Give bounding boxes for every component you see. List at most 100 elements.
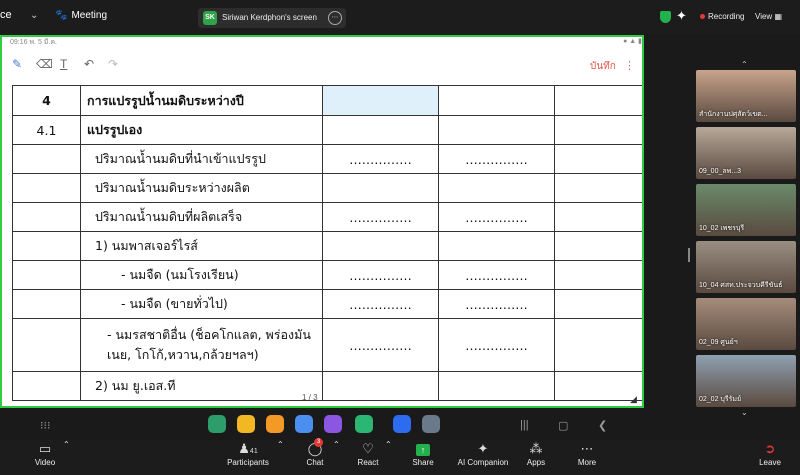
row-value-cell bbox=[438, 231, 555, 261]
chat-button[interactable]: ◯ Chat 3 bbox=[303, 438, 327, 467]
apps-label: Apps bbox=[526, 458, 546, 467]
app-icon[interactable] bbox=[266, 415, 284, 433]
row-value-cell bbox=[322, 85, 439, 116]
undo-icon[interactable]: ↶ bbox=[84, 57, 94, 71]
participant-gallery: สำนักงานปศุสัตว์เขต... 09_00_ลพ...3 10_02 … bbox=[696, 70, 796, 412]
ai-companion-button[interactable]: ✦ AI Companion bbox=[455, 440, 511, 467]
apps-button[interactable]: ⁂ Apps bbox=[524, 440, 548, 467]
leave-label: Leave bbox=[759, 458, 781, 467]
react-label: React bbox=[357, 458, 379, 467]
gallery-down-icon[interactable]: ⌄ bbox=[741, 408, 748, 417]
row-value-cell: …………… bbox=[438, 144, 555, 174]
row-item-cell: - นมจืด (นมโรงเรียน) bbox=[80, 260, 323, 290]
row-number-cell bbox=[12, 231, 81, 261]
form-table: 4 การแปรรูปน้ำนมดิบระหว่างปี 4.1 แปรรูปเองป… bbox=[12, 85, 642, 401]
eraser-icon[interactable]: ⌫ bbox=[36, 57, 53, 71]
recording-indicator[interactable]: Recording bbox=[700, 12, 744, 21]
more-button[interactable]: ⋯ More bbox=[575, 440, 599, 467]
participants-count: 41 bbox=[249, 448, 258, 455]
row-item-cell: 1) นมพาสเจอร์ไรส์ bbox=[80, 231, 323, 261]
share-label: Share bbox=[412, 458, 434, 467]
settings-app-icon[interactable] bbox=[422, 415, 440, 433]
shared-screen: 09:16 พ. 5 มี.ค. ● ▲ ▮ ✎ ⌫ T ↶ ↷ บันทึก … bbox=[0, 35, 644, 408]
kebab-menu-icon[interactable]: ⋮ bbox=[624, 59, 635, 72]
participant-video-tile[interactable]: 10_02 เพชรบุรี bbox=[696, 184, 796, 236]
save-button[interactable]: บันทึก bbox=[590, 59, 616, 74]
share-button[interactable]: ↑ Share bbox=[410, 440, 436, 467]
participant-name: 10_02 เพชรบุรี bbox=[699, 225, 745, 232]
react-button[interactable]: ♡ React bbox=[355, 440, 381, 467]
row-item-cell: การแปรรูปน้ำนมดิบระหว่างปี bbox=[80, 85, 323, 116]
react-options-chevron-icon[interactable]: ⌃ bbox=[385, 440, 392, 449]
participants-button[interactable]: ♟41 Participants bbox=[223, 440, 273, 467]
recording-dot-icon bbox=[700, 14, 705, 19]
app-drawer-icon[interactable]: ⁝⁝⁝ bbox=[40, 419, 51, 432]
row-extra-cell bbox=[554, 202, 642, 232]
row-number-cell: 4.1 bbox=[12, 115, 81, 145]
participant-video-tile[interactable]: 10_04 ศสท.ประจวบคีรีขันธ์ bbox=[696, 241, 796, 293]
panel-splitter[interactable] bbox=[688, 248, 690, 262]
sparkle-icon[interactable]: ✦ bbox=[676, 8, 687, 24]
leave-icon: ➲ bbox=[764, 441, 776, 456]
zoom-top-bar: ce ⌄ 🐾 Meeting SK Siriwan Kerdphon's scre… bbox=[0, 0, 800, 34]
screen-share-indicator[interactable]: SK Siriwan Kerdphon's screen ⋯ bbox=[198, 8, 346, 28]
form-document: 4 การแปรรูปน้ำนมดิบระหว่างปี 4.1 แปรรูปเองป… bbox=[12, 85, 642, 406]
row-value-cell bbox=[322, 371, 439, 401]
status-icons: ● ▲ ▮ bbox=[623, 38, 642, 45]
row-value-cell bbox=[438, 173, 555, 203]
participant-video-tile[interactable]: 09_00_ลพ...3 bbox=[696, 127, 796, 179]
sharer-name: Siriwan Kerdphon's screen bbox=[222, 13, 317, 22]
row-number-cell bbox=[12, 260, 81, 290]
leave-button[interactable]: ➲ Leave bbox=[757, 440, 783, 467]
shield-icon[interactable] bbox=[660, 11, 671, 23]
row-value-cell bbox=[322, 231, 439, 261]
annotation-toolbar: ✎ ⌫ T ↶ ↷ bbox=[2, 51, 642, 79]
meeting-menu[interactable]: 🐾 Meeting bbox=[55, 10, 107, 21]
table-row: 2) นม ยู.เอส.ที bbox=[12, 371, 642, 401]
video-button[interactable]: ▭ Video bbox=[30, 440, 60, 467]
row-value-cell: …………… bbox=[438, 202, 555, 232]
more-label: More bbox=[577, 458, 597, 467]
row-value-cell: …………… bbox=[322, 202, 439, 232]
more-options-icon[interactable]: ⋯ bbox=[328, 11, 342, 25]
app-icon[interactable] bbox=[208, 415, 226, 433]
chat-options-chevron-icon[interactable]: ⌃ bbox=[333, 440, 340, 449]
app-icon[interactable] bbox=[237, 415, 255, 433]
react-icon: ♡ bbox=[362, 441, 374, 456]
row-extra-cell bbox=[554, 318, 642, 372]
chevron-down-icon[interactable]: ⌄ bbox=[30, 10, 38, 21]
video-label: Video bbox=[34, 458, 56, 467]
video-options-chevron-icon[interactable]: ⌃ bbox=[63, 440, 70, 449]
table-row: 4 การแปรรูปน้ำนมดิบระหว่างปี bbox=[12, 85, 642, 116]
row-item-cell: ปริมาณน้ำนมดิบที่ผลิตเสร็จ bbox=[80, 202, 323, 232]
home-icon[interactable]: ▢ bbox=[558, 419, 568, 432]
tablet-status-bar: 09:16 พ. 5 มี.ค. ● ▲ ▮ bbox=[2, 37, 642, 49]
row-item-cell: แปรรูปเอง bbox=[80, 115, 323, 145]
pen-icon[interactable]: ✎ bbox=[12, 57, 22, 71]
participant-video-tile[interactable]: 02_09 ศูนย์ฯ bbox=[696, 298, 796, 350]
gallery-up-icon[interactable]: ⌃ bbox=[741, 60, 748, 69]
back-icon[interactable]: ❮ bbox=[598, 419, 607, 432]
app-icon[interactable] bbox=[355, 415, 373, 433]
app-icon[interactable] bbox=[295, 415, 313, 433]
redo-icon[interactable]: ↷ bbox=[108, 57, 118, 71]
participant-video-tile[interactable]: สำนักงานปศุสัตว์เขต... bbox=[696, 70, 796, 122]
text-icon[interactable]: T bbox=[60, 57, 67, 71]
participant-video-tile[interactable]: 02_02 บุรีรัมย์ bbox=[696, 355, 796, 407]
sharer-avatar: SK bbox=[203, 11, 217, 25]
participants-options-chevron-icon[interactable]: ⌃ bbox=[277, 440, 284, 449]
table-row: ปริมาณน้ำนมดิบที่นำเข้าแปรรูป………………………… bbox=[12, 144, 642, 174]
app-icon[interactable] bbox=[324, 415, 342, 433]
participant-name: 02_02 บุรีรัมย์ bbox=[699, 396, 742, 403]
row-extra-cell bbox=[554, 260, 642, 290]
view-button[interactable]: View ▦ bbox=[755, 12, 782, 21]
share-screen-icon: ↑ bbox=[410, 440, 436, 458]
zoom-app-icon[interactable] bbox=[393, 415, 411, 433]
recents-icon[interactable]: ||| bbox=[520, 419, 529, 431]
row-value-cell: …………… bbox=[322, 289, 439, 319]
pin-icon[interactable]: ◢ bbox=[630, 394, 637, 405]
row-extra-cell bbox=[554, 173, 642, 203]
recording-label: Recording bbox=[708, 12, 745, 21]
row-extra-cell bbox=[554, 115, 642, 145]
row-number-cell bbox=[12, 173, 81, 203]
